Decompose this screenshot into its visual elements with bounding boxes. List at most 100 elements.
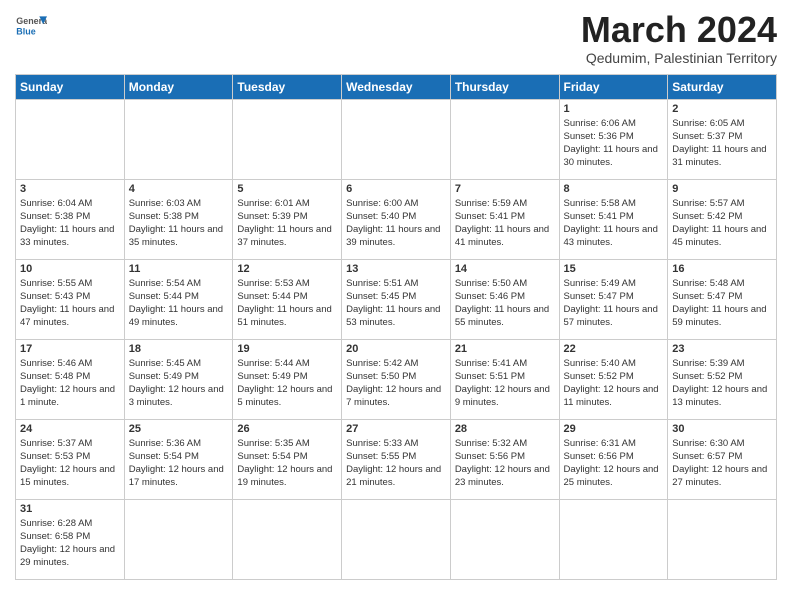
calendar-cell: 9 Sunrise: 5:57 AM Sunset: 5:42 PM Daylig…: [668, 179, 777, 259]
calendar-cell: 8Sunrise: 5:58 AM Sunset: 5:41 PM Daylig…: [559, 179, 668, 259]
day-of-week-header: Tuesday: [233, 74, 342, 99]
day-number: 10: [20, 263, 120, 275]
calendar-cell: 24 Sunrise: 5:37 AM Sunset: 5:53 PM Dayli…: [16, 419, 125, 499]
day-number: 25: [129, 423, 229, 435]
calendar-cell: 17 Sunrise: 5:46 AM Sunset: 5:48 PM Dayli…: [16, 339, 125, 419]
day-info: Sunrise: 5:49 AM Sunset: 5:47 PM Dayligh…: [564, 277, 664, 330]
day-info: Sunrise: 5:39 AM Sunset: 5:52 PM Dayligh…: [672, 357, 772, 410]
day-number: 31: [20, 503, 120, 515]
day-number: 13: [346, 263, 446, 275]
calendar-cell: [450, 499, 559, 579]
calendar-cell: [124, 499, 233, 579]
calendar-cell: 22Sunrise: 5:40 AM Sunset: 5:52 PM Dayli…: [559, 339, 668, 419]
day-of-week-header: Monday: [124, 74, 233, 99]
day-info: Sunrise: 5:44 AM Sunset: 5:49 PM Dayligh…: [237, 357, 337, 410]
title-block: March 2024 Qedumim, Palestinian Territor…: [581, 10, 777, 66]
day-info: Sunrise: 5:57 AM Sunset: 5:42 PM Dayligh…: [672, 197, 772, 250]
day-of-week-header: Sunday: [16, 74, 125, 99]
calendar-cell: 11Sunrise: 5:54 AM Sunset: 5:44 PM Dayli…: [124, 259, 233, 339]
day-of-week-header: Friday: [559, 74, 668, 99]
calendar-cell: 28Sunrise: 5:32 AM Sunset: 5:56 PM Dayli…: [450, 419, 559, 499]
svg-text:Blue: Blue: [16, 26, 35, 36]
calendar-cell: 29 Sunrise: 6:31 AM Sunset: 6:56 PM Dayli…: [559, 419, 668, 499]
day-info: Sunrise: 5:46 AM Sunset: 5:48 PM Dayligh…: [20, 357, 120, 410]
day-number: 7: [455, 183, 555, 195]
day-of-week-header: Thursday: [450, 74, 559, 99]
day-info: Sunrise: 6:04 AM Sunset: 5:38 PM Dayligh…: [20, 197, 120, 250]
day-number: 16: [672, 263, 772, 275]
calendar-cell: [450, 99, 559, 179]
calendar-cell: [342, 499, 451, 579]
calendar-cell: 1Sunrise: 6:06 AM Sunset: 5:36 PM Daylig…: [559, 99, 668, 179]
day-info: Sunrise: 6:05 AM Sunset: 5:37 PM Dayligh…: [672, 117, 772, 170]
day-number: 2: [672, 103, 772, 115]
page-header: General Blue March 2024 Qedumim, Palesti…: [15, 10, 777, 66]
day-number: 17: [20, 343, 120, 355]
calendar-cell: 18 Sunrise: 5:45 AM Sunset: 5:49 PM Dayli…: [124, 339, 233, 419]
calendar-cell: 3 Sunrise: 6:04 AM Sunset: 5:38 PM Daylig…: [16, 179, 125, 259]
calendar-week-row: 10 Sunrise: 5:55 AM Sunset: 5:43 PM Dayli…: [16, 259, 777, 339]
calendar-cell: [233, 499, 342, 579]
day-of-week-header: Saturday: [668, 74, 777, 99]
day-info: Sunrise: 6:00 AM Sunset: 5:40 PM Dayligh…: [346, 197, 446, 250]
day-info: Sunrise: 5:48 AM Sunset: 5:47 PM Dayligh…: [672, 277, 772, 330]
day-number: 23: [672, 343, 772, 355]
calendar-cell: 5 Sunrise: 6:01 AM Sunset: 5:39 PM Daylig…: [233, 179, 342, 259]
calendar-cell: [16, 99, 125, 179]
calendar-cell: 30Sunrise: 6:30 AM Sunset: 6:57 PM Dayli…: [668, 419, 777, 499]
calendar-cell: 7 Sunrise: 5:59 AM Sunset: 5:41 PM Daylig…: [450, 179, 559, 259]
calendar-cell: 2 Sunrise: 6:05 AM Sunset: 5:37 PM Daylig…: [668, 99, 777, 179]
day-info: Sunrise: 6:01 AM Sunset: 5:39 PM Dayligh…: [237, 197, 337, 250]
day-info: Sunrise: 5:53 AM Sunset: 5:44 PM Dayligh…: [237, 277, 337, 330]
calendar-cell: 16 Sunrise: 5:48 AM Sunset: 5:47 PM Dayli…: [668, 259, 777, 339]
day-number: 3: [20, 183, 120, 195]
day-info: Sunrise: 6:31 AM Sunset: 6:56 PM Dayligh…: [564, 437, 664, 490]
day-info: Sunrise: 5:42 AM Sunset: 5:50 PM Dayligh…: [346, 357, 446, 410]
day-number: 29: [564, 423, 664, 435]
calendar-cell: [124, 99, 233, 179]
calendar-cell: 12 Sunrise: 5:53 AM Sunset: 5:44 PM Dayli…: [233, 259, 342, 339]
day-info: Sunrise: 5:36 AM Sunset: 5:54 PM Dayligh…: [129, 437, 229, 490]
day-number: 28: [455, 423, 555, 435]
day-number: 9: [672, 183, 772, 195]
calendar-week-row: 31 Sunrise: 6:28 AM Sunset: 6:58 PM Dayli…: [16, 499, 777, 579]
day-info: Sunrise: 5:50 AM Sunset: 5:46 PM Dayligh…: [455, 277, 555, 330]
calendar-cell: 15Sunrise: 5:49 AM Sunset: 5:47 PM Dayli…: [559, 259, 668, 339]
calendar-cell: 14Sunrise: 5:50 AM Sunset: 5:46 PM Dayli…: [450, 259, 559, 339]
calendar-cell: 13Sunrise: 5:51 AM Sunset: 5:45 PM Dayli…: [342, 259, 451, 339]
day-number: 27: [346, 423, 446, 435]
day-of-week-header: Wednesday: [342, 74, 451, 99]
calendar-header-row: SundayMondayTuesdayWednesdayThursdayFrid…: [16, 74, 777, 99]
calendar-table: SundayMondayTuesdayWednesdayThursdayFrid…: [15, 74, 777, 580]
day-number: 4: [129, 183, 229, 195]
day-number: 6: [346, 183, 446, 195]
day-number: 5: [237, 183, 337, 195]
calendar-week-row: 24 Sunrise: 5:37 AM Sunset: 5:53 PM Dayli…: [16, 419, 777, 499]
day-info: Sunrise: 5:37 AM Sunset: 5:53 PM Dayligh…: [20, 437, 120, 490]
day-info: Sunrise: 5:45 AM Sunset: 5:49 PM Dayligh…: [129, 357, 229, 410]
day-info: Sunrise: 5:54 AM Sunset: 5:44 PM Dayligh…: [129, 277, 229, 330]
day-number: 20: [346, 343, 446, 355]
day-number: 18: [129, 343, 229, 355]
day-number: 12: [237, 263, 337, 275]
day-number: 24: [20, 423, 120, 435]
calendar-week-row: 3 Sunrise: 6:04 AM Sunset: 5:38 PM Daylig…: [16, 179, 777, 259]
day-info: Sunrise: 6:03 AM Sunset: 5:38 PM Dayligh…: [129, 197, 229, 250]
calendar-cell: 20 Sunrise: 5:42 AM Sunset: 5:50 PM Dayli…: [342, 339, 451, 419]
day-info: Sunrise: 5:59 AM Sunset: 5:41 PM Dayligh…: [455, 197, 555, 250]
calendar-week-row: 1Sunrise: 6:06 AM Sunset: 5:36 PM Daylig…: [16, 99, 777, 179]
calendar-cell: 27Sunrise: 5:33 AM Sunset: 5:55 PM Dayli…: [342, 419, 451, 499]
day-info: Sunrise: 6:28 AM Sunset: 6:58 PM Dayligh…: [20, 517, 120, 570]
calendar-cell: 4 Sunrise: 6:03 AM Sunset: 5:38 PM Daylig…: [124, 179, 233, 259]
day-number: 21: [455, 343, 555, 355]
day-number: 8: [564, 183, 664, 195]
location-subtitle: Qedumim, Palestinian Territory: [581, 50, 777, 66]
calendar-cell: [668, 499, 777, 579]
calendar-cell: 10 Sunrise: 5:55 AM Sunset: 5:43 PM Dayli…: [16, 259, 125, 339]
day-number: 30: [672, 423, 772, 435]
calendar-cell: 25 Sunrise: 5:36 AM Sunset: 5:54 PM Dayli…: [124, 419, 233, 499]
day-info: Sunrise: 5:55 AM Sunset: 5:43 PM Dayligh…: [20, 277, 120, 330]
logo: General Blue: [15, 10, 47, 42]
calendar-cell: [342, 99, 451, 179]
day-info: Sunrise: 5:40 AM Sunset: 5:52 PM Dayligh…: [564, 357, 664, 410]
